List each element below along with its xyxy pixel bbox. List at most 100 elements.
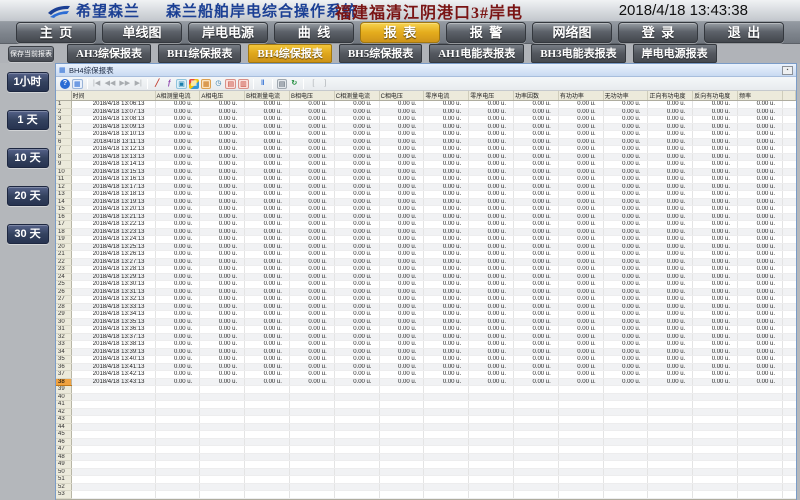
value-cell[interactable]: 0.00 u. xyxy=(603,161,648,169)
value-cell[interactable]: 0.00 u. xyxy=(514,356,559,364)
value-cell[interactable] xyxy=(469,461,514,469)
value-cell[interactable]: 0.00 u. xyxy=(155,198,200,206)
value-cell[interactable] xyxy=(334,386,379,394)
value-cell[interactable]: 0.00 u. xyxy=(289,191,334,199)
value-cell[interactable]: 0.00 u. xyxy=(379,341,424,349)
value-cell[interactable]: 0.00 u. xyxy=(155,228,200,236)
value-cell[interactable]: 0.00 u. xyxy=(245,138,290,146)
value-cell[interactable]: 0.00 u. xyxy=(693,296,738,304)
time-cell[interactable]: 2018/4/18 13:42:13 xyxy=(71,371,155,379)
value-cell[interactable] xyxy=(469,416,514,424)
value-cell[interactable] xyxy=(558,431,603,439)
value-cell[interactable]: 0.00 u. xyxy=(738,356,783,364)
value-cell[interactable] xyxy=(693,446,738,454)
value-cell[interactable]: 0.00 u. xyxy=(648,161,693,169)
value-cell[interactable]: 0.00 u. xyxy=(693,146,738,154)
value-cell[interactable] xyxy=(558,468,603,476)
value-cell[interactable]: 0.00 u. xyxy=(379,176,424,184)
value-cell[interactable]: 0.00 u. xyxy=(514,176,559,184)
time-cell[interactable]: 2018/4/18 13:21:13 xyxy=(71,213,155,221)
value-cell[interactable]: 0.00 u. xyxy=(155,213,200,221)
value-cell[interactable]: 0.00 u. xyxy=(603,123,648,131)
value-cell[interactable] xyxy=(245,461,290,469)
value-cell[interactable]: 0.00 u. xyxy=(738,183,783,191)
row-number-cell[interactable]: 43 xyxy=(56,416,71,424)
value-cell[interactable] xyxy=(424,401,469,409)
value-cell[interactable] xyxy=(424,468,469,476)
value-cell[interactable]: 0.00 u. xyxy=(289,101,334,109)
value-cell[interactable]: 0.00 u. xyxy=(424,273,469,281)
value-cell[interactable] xyxy=(200,468,245,476)
value-cell[interactable] xyxy=(603,453,648,461)
value-cell[interactable] xyxy=(379,468,424,476)
value-cell[interactable] xyxy=(603,483,648,491)
value-cell[interactable] xyxy=(469,386,514,394)
value-cell[interactable]: 0.00 u. xyxy=(514,333,559,341)
value-cell[interactable] xyxy=(469,431,514,439)
value-cell[interactable]: 0.00 u. xyxy=(603,258,648,266)
value-cell[interactable]: 0.00 u. xyxy=(558,206,603,214)
row-number-cell[interactable]: 51 xyxy=(56,476,71,484)
time-cell[interactable]: 2018/4/18 13:15:13 xyxy=(71,168,155,176)
value-cell[interactable]: 0.00 u. xyxy=(558,146,603,154)
value-cell[interactable] xyxy=(514,393,559,401)
tab-ah3-protect[interactable]: AH3综保报表 xyxy=(67,44,151,63)
value-cell[interactable]: 0.00 u. xyxy=(334,266,379,274)
value-cell[interactable]: 0.00 u. xyxy=(514,146,559,154)
formula-pencil-icon[interactable]: ƒ xyxy=(164,79,174,89)
value-cell[interactable]: 0.00 u. xyxy=(603,251,648,259)
value-cell[interactable]: 0.00 u. xyxy=(245,161,290,169)
value-cell[interactable]: 0.00 u. xyxy=(693,228,738,236)
value-cell[interactable] xyxy=(379,453,424,461)
value-cell[interactable]: 0.00 u. xyxy=(738,281,783,289)
value-cell[interactable]: 0.00 u. xyxy=(424,318,469,326)
nav-button-login[interactable]: 登 录 xyxy=(618,22,698,43)
value-cell[interactable]: 0.00 u. xyxy=(379,318,424,326)
row-number-cell[interactable]: 40 xyxy=(56,393,71,401)
value-cell[interactable]: 0.00 u. xyxy=(245,348,290,356)
value-cell[interactable]: 0.00 u. xyxy=(558,273,603,281)
value-cell[interactable]: 0.00 u. xyxy=(155,288,200,296)
value-cell[interactable] xyxy=(200,386,245,394)
value-cell[interactable]: 0.00 u. xyxy=(469,168,514,176)
value-cell[interactable]: 0.00 u. xyxy=(379,191,424,199)
time-cell[interactable]: 2018/4/18 13:12:13 xyxy=(71,146,155,154)
value-cell[interactable] xyxy=(603,386,648,394)
value-cell[interactable]: 0.00 u. xyxy=(155,363,200,371)
value-cell[interactable] xyxy=(603,446,648,454)
value-cell[interactable]: 0.00 u. xyxy=(289,153,334,161)
value-cell[interactable]: 0.00 u. xyxy=(379,311,424,319)
value-cell[interactable]: 0.00 u. xyxy=(648,296,693,304)
value-cell[interactable] xyxy=(155,476,200,484)
value-cell[interactable]: 0.00 u. xyxy=(693,266,738,274)
row-number-cell[interactable]: 4 xyxy=(56,123,71,131)
value-cell[interactable] xyxy=(738,468,783,476)
row-number-cell[interactable]: 19 xyxy=(56,236,71,244)
value-cell[interactable] xyxy=(514,416,559,424)
value-cell[interactable]: 0.00 u. xyxy=(469,318,514,326)
value-cell[interactable]: 0.00 u. xyxy=(289,123,334,131)
value-cell[interactable]: 0.00 u. xyxy=(514,108,559,116)
value-cell[interactable]: 0.00 u. xyxy=(334,341,379,349)
value-cell[interactable]: 0.00 u. xyxy=(558,116,603,124)
value-cell[interactable]: 0.00 u. xyxy=(424,266,469,274)
value-cell[interactable]: 0.00 u. xyxy=(289,258,334,266)
import-record-icon[interactable]: ▤ xyxy=(225,79,236,89)
row-number-cell[interactable]: 16 xyxy=(56,213,71,221)
value-cell[interactable] xyxy=(514,453,559,461)
time-cell[interactable] xyxy=(71,401,155,409)
value-cell[interactable] xyxy=(379,446,424,454)
value-cell[interactable]: 0.00 u. xyxy=(424,168,469,176)
value-cell[interactable]: 0.00 u. xyxy=(558,326,603,334)
value-cell[interactable]: 0.00 u. xyxy=(514,221,559,229)
value-cell[interactable]: 0.00 u. xyxy=(155,341,200,349)
value-cell[interactable]: 0.00 u. xyxy=(200,243,245,251)
value-cell[interactable] xyxy=(558,453,603,461)
value-cell[interactable]: 0.00 u. xyxy=(424,236,469,244)
value-cell[interactable]: 0.00 u. xyxy=(603,378,648,386)
value-cell[interactable]: 0.00 u. xyxy=(379,146,424,154)
value-cell[interactable]: 0.00 u. xyxy=(200,101,245,109)
nav-button-curve[interactable]: 曲 线 xyxy=(274,22,354,43)
value-cell[interactable] xyxy=(558,438,603,446)
value-cell[interactable] xyxy=(155,431,200,439)
